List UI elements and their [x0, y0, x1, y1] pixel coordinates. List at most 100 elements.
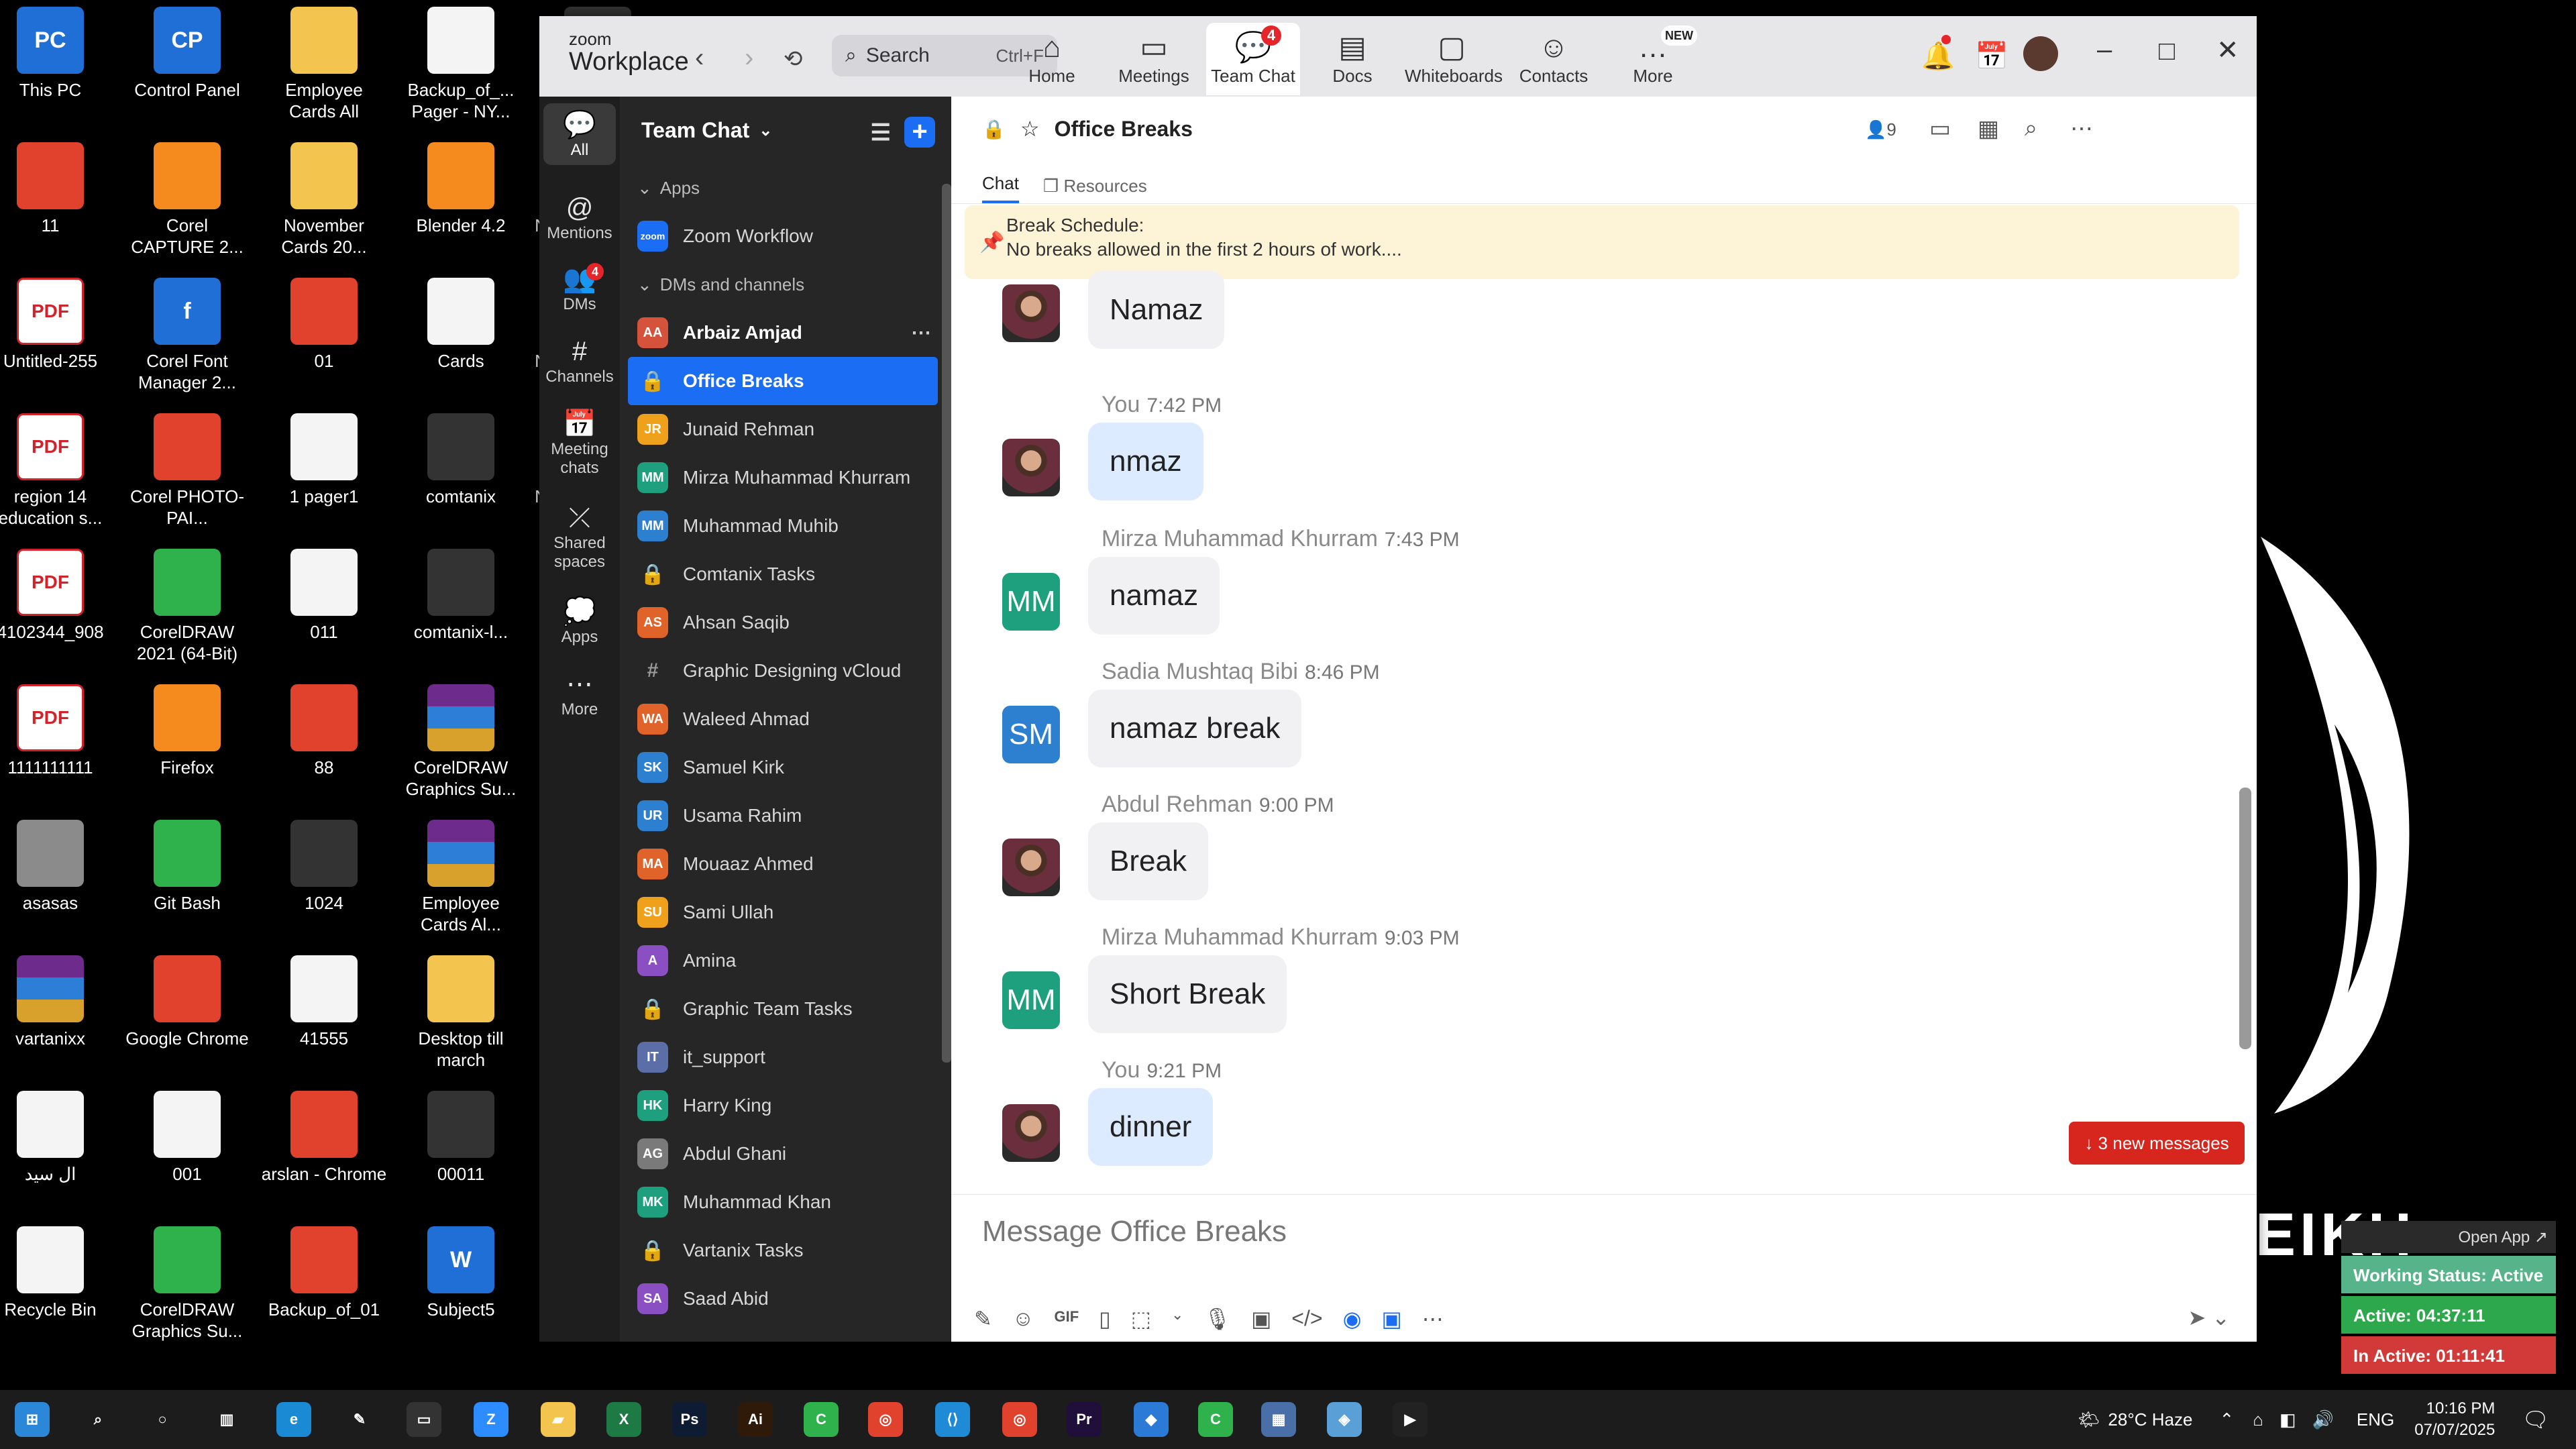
desktop-icon[interactable]: Blender 4.2 — [397, 142, 525, 236]
message-bubble[interactable]: Break — [1088, 822, 1208, 900]
format-icon[interactable]: ✎ — [974, 1306, 992, 1332]
message-bubble[interactable]: Short Break — [1088, 955, 1287, 1033]
video-message-icon[interactable]: ▣ — [1251, 1306, 1271, 1332]
list-item[interactable]: AS Ahsan Saqib — [620, 598, 951, 647]
volume-icon[interactable]: 🔊 — [2312, 1409, 2334, 1430]
message-input[interactable]: Message Office Breaks — [982, 1215, 1287, 1248]
list-item[interactable]: IT it_support — [620, 1033, 951, 1081]
desktop-icon[interactable]: Employee Cards All — [260, 7, 388, 122]
coreldraw-icon[interactable]: C — [804, 1402, 839, 1437]
list-item[interactable]: A Amina — [620, 936, 951, 985]
tab-whiteboards[interactable]: ▢ Whiteboards — [1405, 23, 1503, 95]
desktop-icon[interactable]: PDF Untitled-255 — [0, 278, 114, 372]
vscode-icon[interactable]: ⟨⟩ — [935, 1402, 970, 1437]
list-item[interactable]: MM Muhammad Muhib — [620, 502, 951, 550]
desktop-icon[interactable]: 1 pager1 — [260, 413, 388, 507]
gif-icon[interactable]: GIF — [1054, 1306, 1079, 1332]
list-item[interactable]: SU Sami Ullah — [620, 888, 951, 936]
mic-icon[interactable]: 🎙 — [1203, 1306, 1231, 1332]
desktop-icon[interactable]: ال سید — [0, 1091, 114, 1185]
chevron-down-icon[interactable]: ⌄ — [759, 121, 772, 140]
scrollbar[interactable] — [942, 184, 951, 1063]
avatar[interactable]: SM — [1002, 706, 1060, 763]
edge-icon[interactable]: e — [276, 1402, 311, 1437]
tab-chat[interactable]: Chat — [982, 173, 1019, 203]
desktop-icon[interactable]: 011 — [260, 549, 388, 643]
team-chat-title[interactable]: Team Chat — [641, 118, 749, 143]
more-icon[interactable]: ⋯ — [911, 321, 931, 345]
desktop-icon[interactable]: comtanix — [397, 413, 525, 507]
message-bubble[interactable]: namaz break — [1088, 690, 1302, 767]
desktop-icon[interactable]: f Corel Font Manager 2... — [123, 278, 251, 393]
tab-more[interactable]: … More NEW — [1606, 23, 1700, 95]
rail-more[interactable]: ⋯ More — [543, 668, 616, 719]
sender-name[interactable]: Abdul Rehman — [1102, 792, 1252, 817]
desktop-icon[interactable]: comtanix-l... — [397, 549, 525, 643]
screenshot-icon[interactable]: ⬚ — [1131, 1306, 1151, 1332]
excel-icon[interactable]: X — [606, 1402, 641, 1437]
desktop-icon[interactable]: 88 — [260, 684, 388, 778]
section-apps[interactable]: ⌄ Apps — [620, 164, 951, 212]
message-bubble[interactable]: nmaz — [1088, 423, 1203, 500]
message-bubble[interactable]: dinner — [1088, 1088, 1214, 1166]
more-icon[interactable]: ⋯ — [1422, 1306, 1444, 1332]
file-icon[interactable]: ▯ — [1099, 1306, 1111, 1332]
avatar[interactable] — [1002, 284, 1060, 342]
coreldraw-icon[interactable]: C — [1198, 1402, 1233, 1437]
calendar-icon[interactable]: 📅 — [1975, 40, 2008, 72]
message-bubble[interactable]: Namaz — [1088, 271, 1225, 349]
app-icon[interactable]: ▣ — [1381, 1306, 1401, 1332]
file-explorer-icon[interactable]: ▰ — [541, 1402, 576, 1437]
list-item[interactable]: # Graphic Designing vCloud — [620, 647, 951, 695]
search-icon[interactable]: ⌕ — [2025, 115, 2037, 142]
list-item[interactable]: MM Mirza Muhammad Khurram — [620, 453, 951, 502]
chevron-down-icon[interactable]: ⌄ — [1171, 1306, 1183, 1332]
desktop-icon[interactable]: Backup_of_... Pager - NY... — [397, 7, 525, 122]
list-item[interactable]: 🔒 Comtanix Tasks — [620, 550, 951, 598]
desktop-icon[interactable]: 1024 — [260, 820, 388, 914]
desktop-icon[interactable]: Corel CAPTURE 2... — [123, 142, 251, 258]
zoom-icon[interactable]: Z — [474, 1402, 508, 1437]
avatar[interactable]: MM — [1002, 971, 1060, 1029]
search-icon[interactable]: ⌕ — [80, 1402, 115, 1437]
desktop-icon[interactable]: W Subject5 — [397, 1226, 525, 1320]
list-item[interactable]: SA Saad Abid — [620, 1275, 951, 1323]
maximize-icon[interactable]: □ — [2159, 36, 2175, 66]
app-icon[interactable]: ◉ — [1343, 1306, 1362, 1332]
desktop-icon[interactable]: PDF 1111111111 — [0, 684, 114, 778]
desktop-icon[interactable]: Cards — [397, 278, 525, 372]
terminal-icon[interactable]: ▭ — [407, 1402, 441, 1437]
tab-team-chat[interactable]: 💬 Team Chat 4 — [1206, 23, 1300, 95]
list-item[interactable]: HK Harry King — [620, 1081, 951, 1130]
desktop-icon[interactable]: Recycle Bin — [0, 1226, 114, 1320]
desktop-icon[interactable]: PC This PC — [0, 7, 114, 101]
illustrator-icon[interactable]: Ai — [738, 1402, 773, 1437]
clock[interactable]: 10:16 PM 07/07/2025 — [2414, 1398, 2495, 1441]
photoshop-icon[interactable]: Ps — [672, 1402, 707, 1437]
minimize-icon[interactable]: – — [2097, 35, 2112, 65]
list-item[interactable]: WA Waleed Ahmad — [620, 695, 951, 743]
desktop-icon[interactable]: Backup_of_01 — [260, 1226, 388, 1320]
language[interactable]: ENG — [2357, 1409, 2394, 1430]
list-item[interactable]: MK Muhammad Khan — [620, 1178, 951, 1226]
close-icon[interactable]: ✕ — [2216, 35, 2239, 66]
desktop-icon[interactable]: arslan - Chrome — [260, 1091, 388, 1185]
chevron-up-icon[interactable]: ⌃ — [2219, 1409, 2234, 1430]
desktop-icon[interactable]: 11 — [0, 142, 114, 236]
list-item-zoom-workflow[interactable]: zoom Zoom Workflow — [620, 212, 951, 260]
desktop-icon[interactable]: 001 — [123, 1091, 251, 1185]
sender-name[interactable]: Sadia Mushtaq Bibi — [1102, 659, 1298, 684]
section-dms-channels[interactable]: ⌄ DMs and channels — [620, 260, 951, 309]
list-item[interactable]: 🔒 Vartanix Tasks — [620, 1226, 951, 1275]
list-item[interactable]: AA Arbaiz Amjad ⋯ — [620, 309, 951, 357]
message-bubble[interactable]: namaz — [1088, 557, 1220, 635]
back-arrow-icon[interactable]: ‹ — [695, 43, 704, 73]
weather-icon[interactable]: 🌤 — [2078, 1409, 2100, 1430]
tab-meetings[interactable]: ▭ Meetings — [1107, 23, 1201, 95]
emoji-icon[interactable]: ☺ — [1012, 1306, 1034, 1332]
bell-icon[interactable]: 🔔 — [1921, 40, 1955, 72]
desktop-icon[interactable]: Git Bash — [123, 820, 251, 914]
rail-apps[interactable]: 💭 Apps — [543, 596, 616, 647]
desktop-icon[interactable]: CP Control Panel — [123, 7, 251, 101]
star-icon[interactable]: ☆ — [1020, 116, 1040, 142]
